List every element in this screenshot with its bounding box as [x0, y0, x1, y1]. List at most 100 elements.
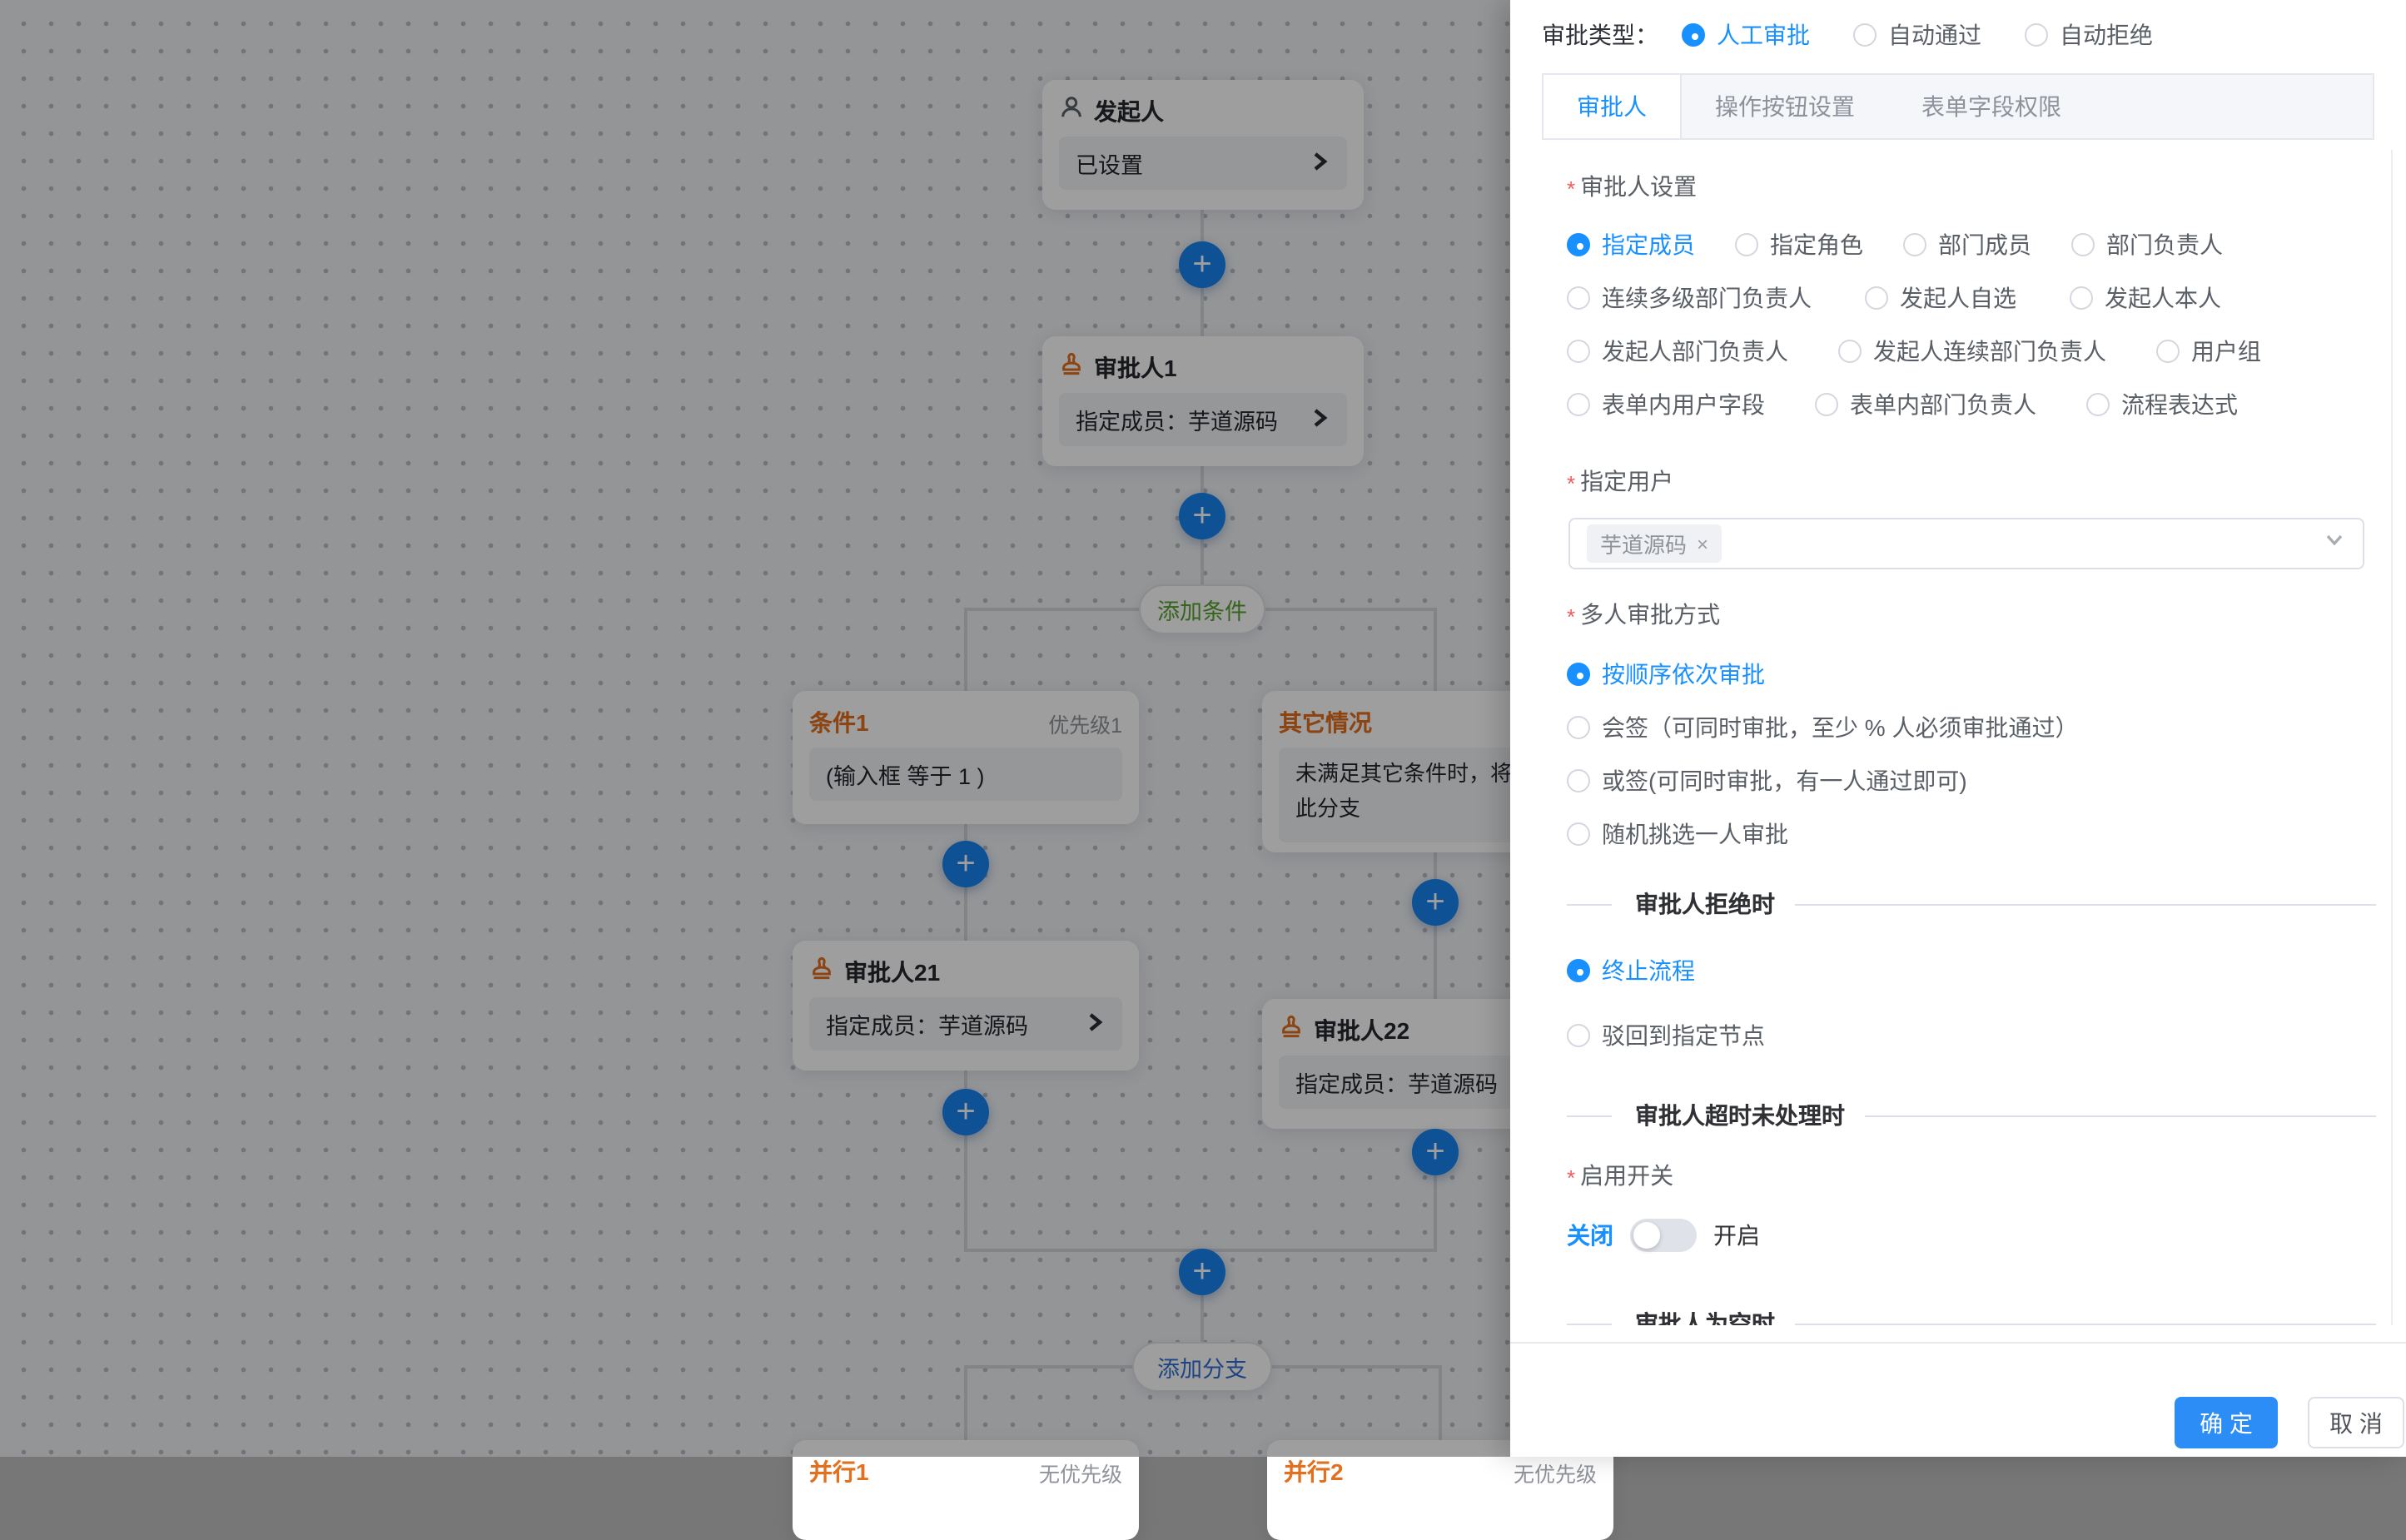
radio-label: 发起人连续部门负责人	[1873, 335, 2106, 368]
radio-icon	[1865, 286, 1888, 310]
radio-terminate-process[interactable]: 终止流程	[1567, 954, 1695, 987]
radio-label: 会签（可同时审批，至少 % 人必须审批通过）	[1602, 711, 2078, 744]
radio-icon	[1815, 393, 1838, 416]
radio-icon	[1567, 286, 1590, 310]
radio-icon	[1567, 1024, 1590, 1047]
radio-label: 按顺序依次审批	[1602, 658, 1765, 691]
radio-return-to-node[interactable]: 驳回到指定节点	[1567, 1019, 1765, 1052]
approver-setup-row4: 表单内用户字段 表单内部门负责人 流程表达式	[1567, 388, 2238, 421]
radio-icon	[2156, 340, 2180, 363]
radio-label: 自动通过	[1888, 18, 1981, 52]
radio-label: 部门负责人	[2106, 228, 2223, 261]
assign-user-select[interactable]: 芋道源码 ×	[1568, 518, 2364, 569]
tab-button-settings[interactable]: 操作按钮设置	[1682, 75, 1888, 138]
radio-icon	[1838, 340, 1862, 363]
footer-divider	[1510, 1342, 2406, 1344]
radio-label: 用户组	[2191, 335, 2261, 368]
radio-label: 终止流程	[1602, 954, 1695, 987]
radio-icon	[1903, 233, 1926, 256]
radio-approve-type-manual[interactable]: 人工审批	[1682, 18, 1810, 52]
tab-label: 表单字段权限	[1921, 90, 2061, 123]
radio-icon	[1567, 769, 1590, 792]
chevron-down-icon	[2323, 528, 2346, 559]
radio-form-dept-leader[interactable]: 表单内部门负责人	[1815, 388, 2036, 421]
assign-user-label: * 指定用户	[1567, 464, 1673, 498]
radio-icon	[1567, 340, 1590, 363]
enable-toggle[interactable]	[1630, 1219, 1697, 1252]
radio-dept-member[interactable]: 部门成员	[1903, 228, 2031, 261]
radio-label: 流程表达式	[2121, 388, 2238, 421]
tab-approver[interactable]: 审批人	[1544, 75, 1682, 138]
confirm-button[interactable]: 确 定	[2175, 1397, 2278, 1448]
close-icon[interactable]: ×	[1697, 532, 1708, 555]
tab-label: 操作按钮设置	[1715, 90, 1855, 123]
tag-label: 芋道源码	[1600, 528, 1687, 559]
radio-process-expression[interactable]: 流程表达式	[2086, 388, 2238, 421]
cancel-button[interactable]: 取 消	[2308, 1397, 2404, 1448]
empty-approver-section-divider: 审批人为空时	[1567, 1307, 2376, 1325]
toggle-knob	[1633, 1222, 1660, 1249]
priority-label: 无优先级	[1514, 1456, 1597, 1488]
radio-label: 发起人本人	[2105, 281, 2221, 315]
radio-label: 自动拒绝	[2060, 18, 2153, 52]
radio-assigned-member[interactable]: 指定成员	[1567, 228, 1695, 261]
radio-icon	[2071, 233, 2095, 256]
radio-label: 连续多级部门负责人	[1602, 281, 1812, 315]
radio-or-sign[interactable]: 或签(可同时审批，有一人通过即可)	[1567, 764, 1967, 797]
radio-multi-level-dept-leader[interactable]: 连续多级部门负责人	[1567, 281, 1812, 315]
node-settings-drawer: 审批类型： 人工审批 自动通过 自动拒绝 审批人 操作按钮设置 表单字段权限	[1510, 0, 2406, 1457]
settings-tabs: 审批人 操作按钮设置 表单字段权限	[1542, 73, 2374, 140]
radio-form-user-field[interactable]: 表单内用户字段	[1567, 388, 1765, 421]
scrollbar-rail[interactable]	[2391, 150, 2393, 1325]
switch-off-label: 关闭	[1567, 1219, 1613, 1252]
radio-icon	[1567, 393, 1590, 416]
radio-label: 人工审批	[1717, 18, 1810, 52]
radio-approve-type-auto-pass[interactable]: 自动通过	[1853, 18, 1981, 52]
required-asterisk: *	[1567, 604, 1575, 628]
radio-random-one[interactable]: 随机挑选一人审批	[1567, 817, 1788, 851]
tab-label: 审批人	[1577, 90, 1647, 123]
approver-setup-row3: 发起人部门负责人 发起人连续部门负责人 用户组	[1567, 335, 2261, 368]
radio-label: 驳回到指定节点	[1602, 1019, 1765, 1052]
approval-flow-designer: 发起人 已设置 + 审批人1 指定成员：芋道源码 + 添加条件	[0, 0, 2406, 1457]
radio-dept-leader[interactable]: 部门负责人	[2071, 228, 2223, 261]
radio-icon	[1735, 233, 1758, 256]
radio-user-group[interactable]: 用户组	[2156, 335, 2261, 368]
divider-title: 审批人超时未处理时	[1635, 1099, 1845, 1132]
radio-label: 表单内部门负责人	[1850, 388, 2036, 421]
tab-form-field-permissions[interactable]: 表单字段权限	[1888, 75, 2095, 138]
radio-initiator-multi-dept-leader[interactable]: 发起人连续部门负责人	[1838, 335, 2106, 368]
radio-icon	[1567, 822, 1590, 846]
radio-label: 发起人自选	[1900, 281, 2016, 315]
radio-sequential[interactable]: 按顺序依次审批	[1567, 658, 1765, 691]
radio-label: 发起人部门负责人	[1602, 335, 1788, 368]
required-asterisk: *	[1567, 176, 1575, 201]
radio-assigned-role[interactable]: 指定角色	[1735, 228, 1863, 261]
node-title: 并行1	[809, 1455, 869, 1488]
divider-title: 审批人拒绝时	[1635, 887, 1775, 921]
approver-setup-label: * 审批人设置	[1567, 170, 1697, 203]
approver-setup-row1: 指定成员 指定角色 部门成员 部门负责人	[1567, 228, 2223, 261]
approve-type-label: 审批类型：	[1542, 18, 1658, 52]
enable-switch-label: * 启用开关	[1567, 1159, 1673, 1192]
radio-icon	[1567, 663, 1590, 686]
multi-approve-label: * 多人审批方式	[1567, 598, 1720, 631]
radio-initiator-self[interactable]: 发起人本人	[2070, 281, 2221, 315]
radio-label: 指定角色	[1770, 228, 1863, 261]
radio-icon	[2086, 393, 2110, 416]
radio-icon	[1853, 23, 1877, 47]
radio-initiator-choose[interactable]: 发起人自选	[1865, 281, 2016, 315]
selected-user-tag: 芋道源码 ×	[1587, 524, 1722, 563]
radio-label: 指定成员	[1602, 228, 1695, 261]
reject-section-divider: 审批人拒绝时	[1567, 887, 2376, 921]
radio-initiator-dept-leader[interactable]: 发起人部门负责人	[1567, 335, 1788, 368]
approve-type-row: 审批类型： 人工审批 自动通过 自动拒绝	[1542, 17, 2153, 53]
radio-countersign[interactable]: 会签（可同时审批，至少 % 人必须审批通过）	[1567, 711, 2078, 744]
approver-setup-row2: 连续多级部门负责人 发起人自选 发起人本人	[1567, 281, 2221, 315]
radio-approve-type-auto-reject[interactable]: 自动拒绝	[2025, 18, 2153, 52]
radio-icon	[1682, 23, 1705, 47]
radio-label: 部门成员	[1938, 228, 2031, 261]
priority-label: 无优先级	[1039, 1456, 1122, 1488]
radio-icon	[2070, 286, 2093, 310]
divider-title: 审批人为空时	[1635, 1307, 1775, 1325]
